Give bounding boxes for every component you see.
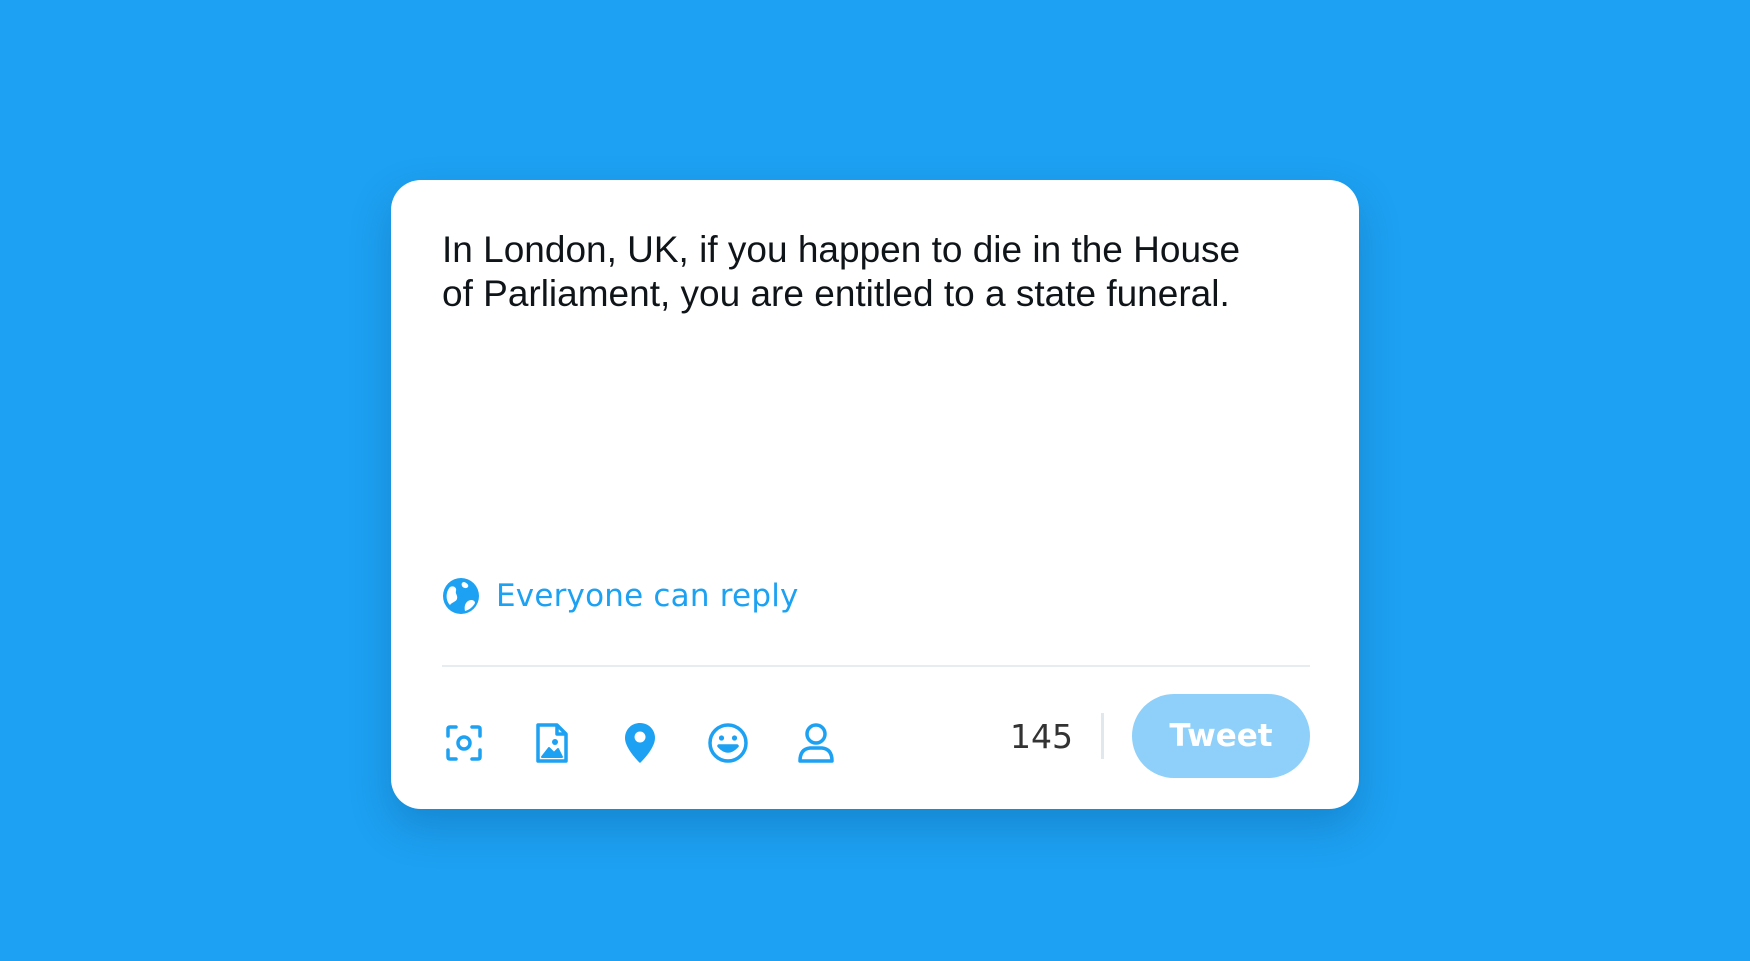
counter-separator bbox=[1101, 713, 1104, 759]
camera-scan-icon[interactable] bbox=[442, 721, 486, 765]
location-pin-icon[interactable] bbox=[618, 721, 662, 765]
person-icon[interactable] bbox=[794, 721, 838, 765]
compose-toolbar bbox=[442, 713, 882, 773]
tweet-button[interactable]: Tweet bbox=[1132, 694, 1310, 778]
globe-icon bbox=[442, 577, 480, 615]
reply-setting-button[interactable]: Everyone can reply bbox=[442, 576, 799, 616]
divider bbox=[442, 665, 1310, 667]
character-count: 145 bbox=[1010, 716, 1073, 756]
image-file-icon[interactable] bbox=[530, 721, 574, 765]
reply-setting-label: Everyone can reply bbox=[496, 578, 799, 614]
submit-group: 145 Tweet bbox=[1010, 694, 1310, 778]
compose-card: In London, UK, if you happen to die in t… bbox=[391, 180, 1359, 809]
emoji-icon[interactable] bbox=[706, 721, 750, 765]
tweet-text-input[interactable]: In London, UK, if you happen to die in t… bbox=[442, 228, 1322, 316]
